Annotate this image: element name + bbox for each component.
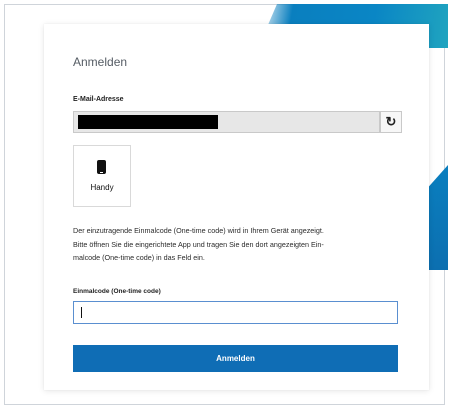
text-cursor [81, 307, 82, 318]
login-button[interactable]: Anmelden [73, 345, 398, 372]
info-line-1: Der einzutragende Einmalcode (One-time c… [73, 226, 324, 235]
email-field [73, 111, 380, 133]
device-option-phone[interactable]: Handy [73, 145, 131, 207]
email-redaction [78, 115, 218, 129]
otp-label: Einmalcode (One-time code) [73, 288, 161, 295]
info-line-2: Bitte öffnen Sie die eingerichtete App u… [73, 239, 324, 249]
login-card: Anmelden E-Mail-Adresse ↻ Handy Der einz… [44, 24, 429, 390]
info-text: Der einzutragende Einmalcode (One-time c… [73, 224, 403, 265]
page-title: Anmelden [73, 55, 128, 69]
refresh-icon: ↻ [385, 114, 397, 129]
device-label: Handy [90, 183, 114, 192]
info-line-3: malcode (One-time code) in das Feld ein. [73, 253, 205, 262]
email-label: E-Mail-Adresse [73, 96, 124, 103]
refresh-button[interactable]: ↻ [380, 111, 402, 133]
phone-icon [97, 160, 106, 174]
otp-input[interactable] [73, 301, 398, 324]
